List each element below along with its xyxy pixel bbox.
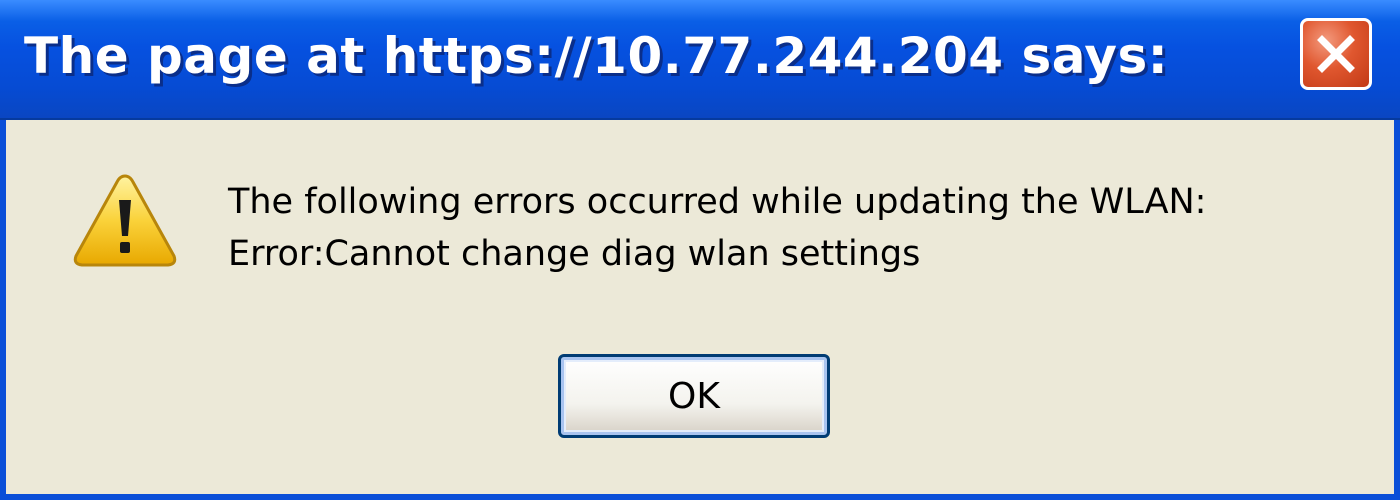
dialog-title: The page at https://10.77.244.204 says: [24, 27, 1169, 85]
warning-icon [70, 170, 180, 270]
message-text: The following errors occurred while upda… [228, 176, 1206, 280]
dialog-body: The following errors occurred while upda… [6, 120, 1394, 494]
title-bar: The page at https://10.77.244.204 says: [0, 0, 1400, 120]
message-line: Error:Cannot change diag wlan settings [228, 234, 921, 274]
close-icon [1314, 32, 1358, 76]
close-button[interactable] [1300, 18, 1372, 90]
message-line: The following errors occurred while upda… [228, 182, 1207, 222]
ok-button[interactable]: OK [558, 354, 830, 438]
alert-dialog: The page at https://10.77.244.204 says: [0, 0, 1400, 500]
